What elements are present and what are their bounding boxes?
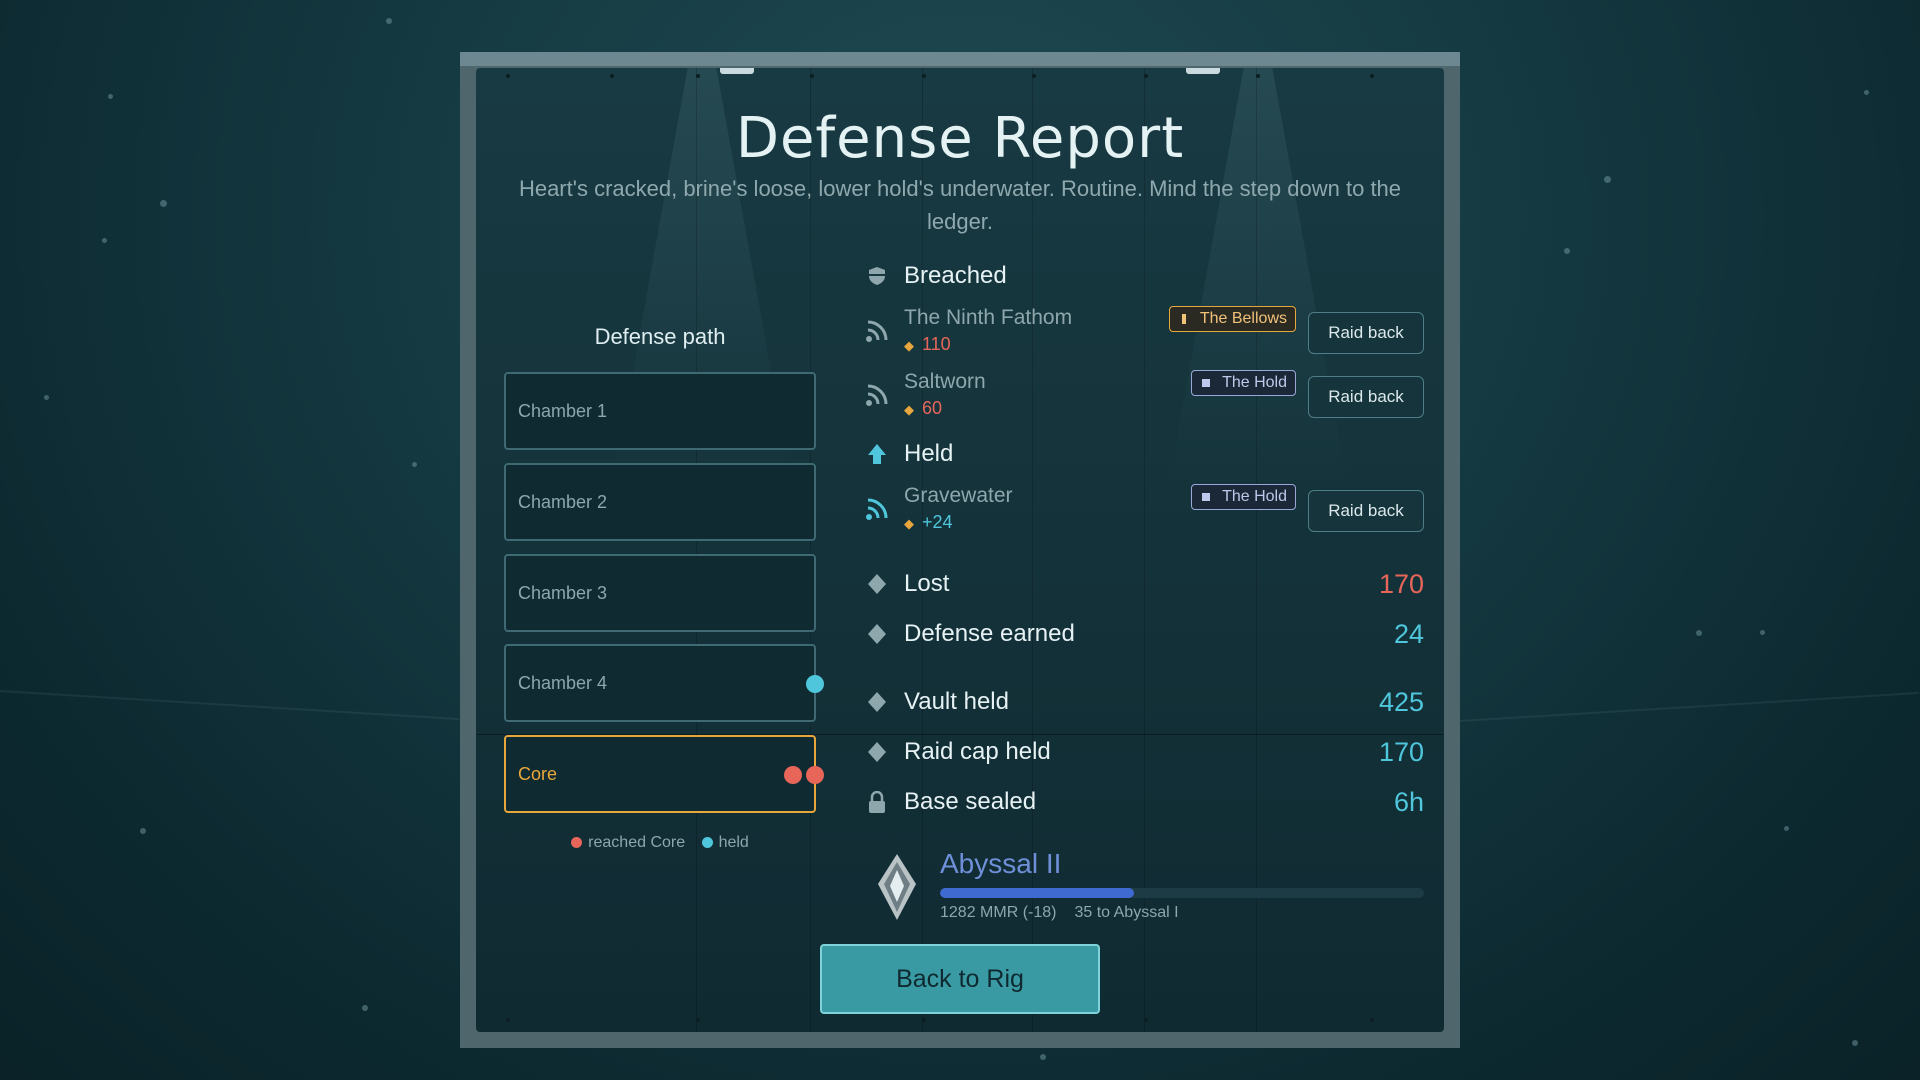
rank-details: 1282 MMR (-18) 35 to Abyssal I (940, 904, 1197, 922)
gem-icon (864, 621, 890, 647)
breached-heading: Breached (864, 262, 1007, 290)
signal-icon (866, 320, 888, 342)
gem-icon (864, 571, 890, 597)
defense-path-heading: Defense path (594, 324, 726, 349)
stat-defense-earned: Defense earned 24 (864, 614, 1424, 654)
gem-icon: ◆ (904, 402, 914, 417)
report-panel: Defense Report Heart's cracked, brine's … (476, 68, 1444, 1032)
held-heading: Held (864, 440, 953, 468)
page-title: Defense Report (735, 106, 1185, 171)
shield-broken-icon (864, 263, 890, 289)
rank-progress-bar (940, 888, 1424, 898)
rank-panel: Abyssal II 1282 MMR (-18) 35 to Abyssal I (876, 848, 1424, 928)
raid-back-button[interactable]: Raid back (1308, 376, 1424, 418)
raider-name: The Ninth Fathom (904, 306, 1073, 329)
raid-amount: ◆ 60 (904, 398, 943, 418)
path-legend: reached Core held (504, 834, 816, 852)
gem-icon: ◆ (904, 338, 914, 353)
chamber-label: Chamber 2 (518, 491, 608, 512)
legend-held: held (701, 834, 749, 851)
chamber-1: Chamber 1 (504, 372, 816, 450)
up-arrow-icon (864, 441, 890, 467)
chamber-3: Chamber 3 (504, 554, 816, 632)
raid-row: Saltworn ◆ 60 The Hold Raid back (864, 370, 1424, 430)
room-badge: The Hold (1191, 370, 1296, 396)
stat-value: 170 (1378, 568, 1424, 599)
stat-value: 425 (1378, 686, 1424, 717)
back-to-rig-button[interactable]: Back to Rig (820, 944, 1100, 1014)
room-badge: The Hold (1191, 484, 1296, 510)
reached-core-marker (784, 766, 802, 784)
stat-lost: Lost 170 (864, 564, 1424, 604)
stat-vault-held: Vault held 425 (864, 682, 1424, 722)
signal-icon (866, 498, 888, 520)
bellows-icon (1181, 314, 1186, 324)
signal-icon (866, 384, 888, 406)
raider-name: Saltworn (904, 370, 986, 393)
stat-value: 6h (1393, 786, 1424, 817)
stat-base-sealed: Base sealed 6h (864, 782, 1424, 822)
gem-icon (864, 739, 890, 765)
raid-back-button[interactable]: Raid back (1308, 312, 1424, 354)
ceiling-lamp (1186, 68, 1220, 74)
frame-top-bar (460, 52, 1460, 66)
stat-value: 170 (1378, 736, 1424, 767)
report-frame: Defense Report Heart's cracked, brine's … (460, 52, 1460, 1048)
legend-reached-core: reached Core (571, 834, 685, 851)
gem-icon: ◆ (904, 516, 914, 531)
lock-icon (864, 789, 890, 815)
reached-core-marker (806, 766, 824, 784)
room-badge: The Bellows (1168, 306, 1296, 332)
chamber-4: Chamber 4 (504, 644, 824, 722)
raid-row: The Ninth Fathom ◆ 110 The Bellows Raid b… (864, 306, 1424, 366)
page-subtitle: Heart's cracked, brine's loose, lower ho… (518, 176, 1402, 234)
mmr-value: 1282 MMR (-18) (940, 904, 1057, 921)
held-marker (806, 675, 824, 693)
chamber-label: Chamber 3 (518, 582, 608, 603)
rank-name: Abyssal II (940, 848, 1062, 879)
chamber-label: Core (518, 763, 558, 784)
stat-value: 24 (1393, 618, 1424, 649)
stat-raid-cap-held: Raid cap held 170 (864, 732, 1424, 772)
chamber-label: Chamber 1 (518, 400, 608, 421)
to-next-rank: 35 to Abyssal I (1074, 904, 1179, 921)
gem-icon (864, 689, 890, 715)
rank-progress-fill (940, 888, 1134, 898)
raid-back-button[interactable]: Raid back (1308, 490, 1424, 532)
raid-row: Gravewater ◆ +24 The Hold Raid back (864, 484, 1424, 544)
raid-amount: ◆ +24 (904, 512, 953, 532)
ceiling-lamp (720, 68, 754, 74)
raider-name: Gravewater (904, 484, 1013, 507)
rank-emblem-icon (878, 854, 916, 920)
hold-icon (1202, 493, 1211, 501)
core-chamber: Core (504, 735, 824, 813)
chamber-label: Chamber 4 (518, 672, 608, 693)
chamber-2: Chamber 2 (504, 463, 816, 541)
raid-amount: ◆ 110 (904, 334, 951, 354)
hold-icon (1202, 379, 1211, 387)
